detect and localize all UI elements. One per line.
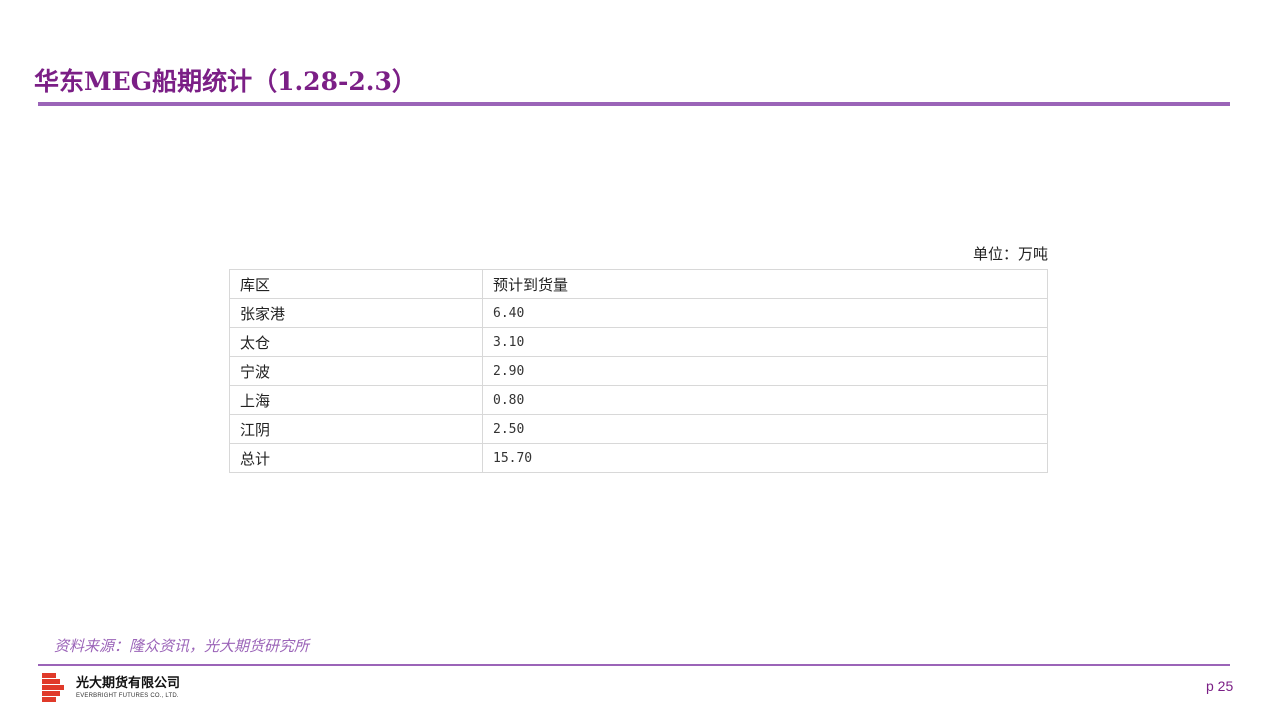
area-cell: 宁波 [229,356,483,386]
value-cell: 2.90 [482,356,1048,386]
table-row: 张家港 6.40 [229,298,1048,328]
total-label-cell: 总计 [229,443,483,473]
area-cell: 张家港 [229,298,483,328]
footer-divider [38,664,1230,666]
table-row: 江阴 2.50 [229,414,1048,444]
everbright-logo-icon [42,673,66,703]
company-name-cn: 光大期货有限公司 [76,676,181,691]
value-cell: 3.10 [482,327,1048,357]
table-row: 上海 0.80 [229,385,1048,415]
value-cell: 0.80 [482,385,1048,415]
page-title: 华东MEG船期统计（1.28-2.3） [34,67,417,96]
table-row: 宁波 2.90 [229,356,1048,386]
table-row: 太仓 3.10 [229,327,1048,357]
title-divider [38,102,1230,106]
company-name-en: EVERBRIGHT FUTURES CO., LTD. [76,693,179,699]
shipping-table: 库区 预计到货量 张家港 6.40 太仓 3.10 宁波 2.90 上海 0.8… [229,269,1048,473]
source-note: 资料来源：隆众资讯，光大期货研究所 [54,637,310,655]
area-cell: 江阴 [229,414,483,444]
area-cell: 上海 [229,385,483,415]
value-cell: 6.40 [482,298,1048,328]
header-cell-area: 库区 [229,269,483,299]
table-header-row: 库区 预计到货量 [229,269,1048,299]
company-logo: 光大期货有限公司 EVERBRIGHT FUTURES CO., LTD. [42,673,180,703]
value-cell: 2.50 [482,414,1048,444]
unit-label: 单位：万吨 [972,245,1048,263]
header-cell-expected-arrival: 预计到货量 [482,269,1048,299]
total-value-cell: 15.70 [482,443,1048,473]
page-number: p 25 [1206,678,1234,694]
area-cell: 太仓 [229,327,483,357]
table-total-row: 总计 15.70 [229,443,1048,473]
